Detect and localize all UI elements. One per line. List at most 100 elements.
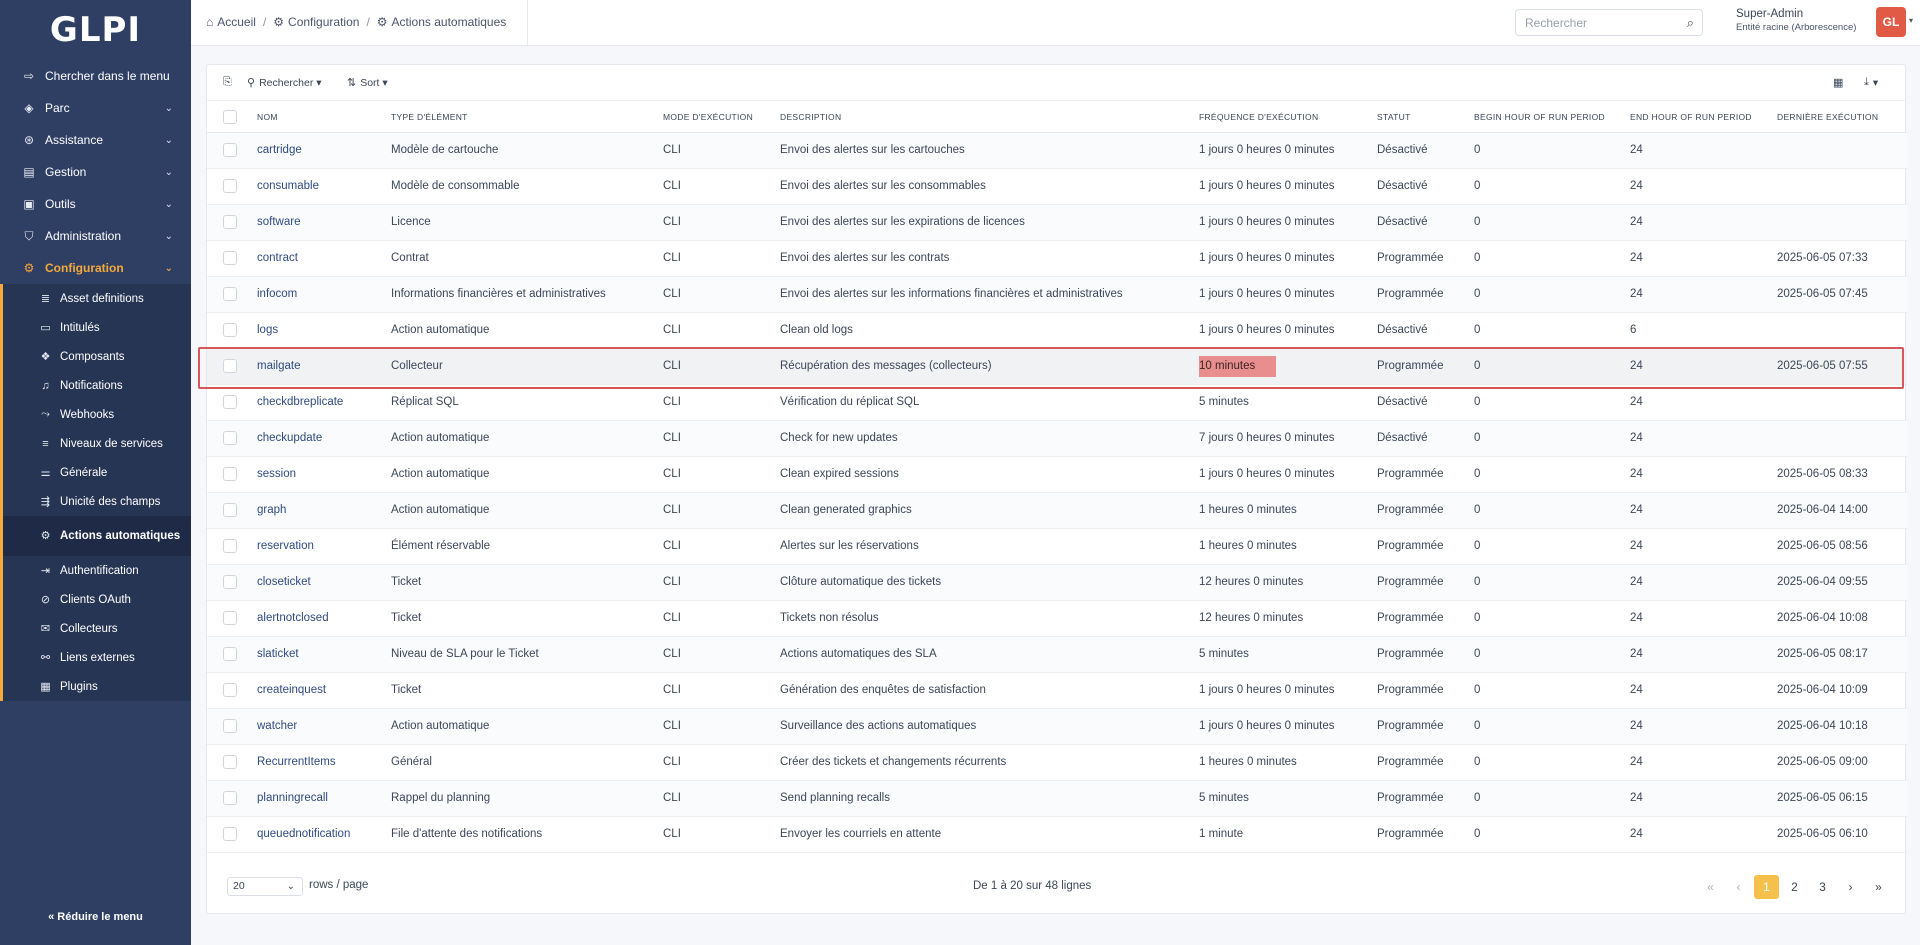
search-icon[interactable]: ⌕ [1687, 15, 1694, 31]
sidebar-item-configuration[interactable]: ⚙ Configuration ⌄ [0, 252, 191, 284]
table-row[interactable]: RecurrentItems Général CLI Créer des ticket… [207, 744, 1907, 781]
table-row[interactable]: contract Contrat CLI Envoi des alertes sur … [207, 240, 1907, 277]
table-row[interactable]: watcher Action automatique CLI Surveillance… [207, 708, 1907, 745]
submenu-item-actions-automatiques[interactable]: ⚙ Actions automatiques [3, 516, 191, 556]
sort-button[interactable]: ⇅ Sort ▾ [347, 76, 388, 90]
breadcrumb-item[interactable]: ⌂ Accueil [206, 15, 256, 29]
export-button[interactable]: ⤓ ▾ [1864, 76, 1878, 89]
column-header[interactable]: Mode d'exécution [663, 102, 780, 133]
column-header[interactable]: Type d'élément [391, 102, 663, 133]
table-row[interactable]: software Licence CLI Envoi des alertes sur … [207, 204, 1907, 241]
row-checkbox[interactable] [223, 179, 237, 193]
sidebar-item-assistance[interactable]: ⊛ Assistance ⌄ [0, 124, 191, 156]
submenu-item-notifications[interactable]: ♫ Notifications [3, 371, 191, 400]
task-link[interactable]: infocom [257, 288, 297, 300]
task-link[interactable]: checkdbreplicate [257, 396, 343, 408]
massive-actions-button[interactable]: ⎘ [223, 76, 236, 89]
table-row[interactable]: logs Action automatique CLI Clean old logs 1… [207, 312, 1907, 349]
task-link[interactable]: contract [257, 252, 298, 264]
task-link[interactable]: watcher [257, 720, 297, 732]
search-toggle-button[interactable]: ⚲ Rechercher ▾ [247, 76, 322, 90]
sidebar-item-outils[interactable]: ▣ Outils ⌄ [0, 188, 191, 220]
column-header[interactable]: Statut [1377, 102, 1474, 133]
submenu-item-clients-oauth[interactable]: ⊘ Clients OAuth [3, 585, 191, 614]
submenu-item-générale[interactable]: ⚌ Générale [3, 458, 191, 487]
sidebar-item-gestion[interactable]: ▤ Gestion ⌄ [0, 156, 191, 188]
collapse-menu-button[interactable]: « Réduire le menu [0, 911, 191, 923]
submenu-item-unicité-des-champs[interactable]: ⇶ Unicité des champs [3, 487, 191, 516]
task-link[interactable]: queuednotification [257, 828, 350, 840]
table-row[interactable]: graph Action automatique CLI Clean generate… [207, 492, 1907, 529]
row-checkbox[interactable] [223, 611, 237, 625]
search-input[interactable] [1516, 10, 1676, 35]
task-link[interactable]: cartridge [257, 144, 302, 156]
submenu-item-plugins[interactable]: ▦ Plugins [3, 672, 191, 701]
row-checkbox[interactable] [223, 359, 237, 373]
row-checkbox[interactable] [223, 215, 237, 229]
breadcrumb-item[interactable]: ⚙ Configuration [273, 15, 359, 29]
sidebar-item-parc[interactable]: ◈ Parc ⌄ [0, 92, 191, 124]
table-row[interactable]: createinquest Ticket CLI Génération des enq… [207, 672, 1907, 709]
task-link[interactable]: session [257, 468, 296, 480]
sidebar-item-chercher-dans-le-menu[interactable]: ⇨ Chercher dans le menu [0, 60, 191, 92]
table-row[interactable]: infocom Informations financières et admin… [207, 276, 1907, 313]
submenu-item-niveaux-de-services[interactable]: ≡ Niveaux de services [3, 429, 191, 458]
task-link[interactable]: reservation [257, 540, 314, 552]
task-link[interactable]: logs [257, 324, 278, 336]
select-all-checkbox[interactable] [223, 109, 237, 124]
rows-per-page-select[interactable]: 20 ⌄ [227, 877, 303, 896]
submenu-item-intitulés[interactable]: ▭ Intitulés [3, 313, 191, 342]
user-info[interactable]: Super-Admin Entité racine (Arborescence) [1736, 8, 1856, 33]
submenu-item-authentification[interactable]: ⇥ Authentification [3, 556, 191, 585]
column-header[interactable]: Description [780, 102, 1199, 133]
table-row[interactable]: checkdbreplicate Réplicat SQL CLI Vérificat… [207, 384, 1907, 421]
display-preferences-button[interactable]: ▦ [1833, 76, 1847, 89]
page-button[interactable]: 3 [1810, 875, 1835, 899]
task-link[interactable]: mailgate [257, 360, 300, 372]
table-row[interactable]: reservation Élément réservable CLI Alertes … [207, 528, 1907, 565]
row-checkbox[interactable] [223, 251, 237, 265]
task-link[interactable]: checkupdate [257, 432, 322, 444]
table-row[interactable]: alertnotclosed Ticket CLI Tickets non résol… [207, 600, 1907, 637]
table-row[interactable]: checkupdate Action automatique CLI Check fo… [207, 420, 1907, 457]
sidebar-item-administration[interactable]: ⛉ Administration ⌄ [0, 220, 191, 252]
task-link[interactable]: planningrecall [257, 792, 328, 804]
table-row[interactable]: slaticket Niveau de SLA pour le Ticket CLI… [207, 636, 1907, 673]
table-row[interactable]: queuednotification File d'attente des not… [207, 816, 1907, 853]
column-header[interactable]: Fréquence d'exécution [1199, 102, 1377, 133]
column-header[interactable]: Dernière exécution [1777, 102, 1907, 133]
table-row[interactable]: mailgate Collecteur CLI Récupération des me… [207, 348, 1907, 385]
task-link[interactable]: graph [257, 504, 286, 516]
page-button[interactable]: 1 [1754, 875, 1779, 899]
table-row[interactable]: session Action automatique CLI Clean expire… [207, 456, 1907, 493]
task-link[interactable]: slaticket [257, 648, 299, 660]
task-link[interactable]: RecurrentItems [257, 756, 336, 768]
avatar[interactable]: GL [1876, 7, 1906, 37]
prev-page-button[interactable]: ‹ [1726, 875, 1751, 899]
task-link[interactable]: createinquest [257, 684, 326, 696]
glpi-logo[interactable]: GLPI [0, 0, 191, 60]
row-checkbox[interactable] [223, 647, 237, 661]
row-checkbox[interactable] [223, 575, 237, 589]
row-checkbox[interactable] [223, 287, 237, 301]
submenu-item-asset-definitions[interactable]: ≣ Asset definitions [3, 284, 191, 313]
row-checkbox[interactable] [223, 755, 237, 769]
row-checkbox[interactable] [223, 503, 237, 517]
table-row[interactable]: cartridge Modèle de cartouche CLI Envoi des… [207, 132, 1907, 169]
task-link[interactable]: alertnotclosed [257, 612, 329, 624]
chevron-down-icon[interactable]: ▾ [1909, 16, 1913, 25]
row-checkbox[interactable] [223, 827, 237, 841]
row-checkbox[interactable] [223, 539, 237, 553]
column-header[interactable]: Nom [257, 102, 391, 133]
task-link[interactable]: consumable [257, 180, 319, 192]
last-page-button[interactable]: » [1866, 875, 1891, 899]
row-checkbox[interactable] [223, 791, 237, 805]
row-checkbox[interactable] [223, 719, 237, 733]
submenu-item-webhooks[interactable]: ⤳ Webhooks [3, 400, 191, 429]
row-checkbox[interactable] [223, 431, 237, 445]
row-checkbox[interactable] [223, 683, 237, 697]
table-row[interactable]: consumable Modèle de consommable CLI Envoi … [207, 168, 1907, 205]
row-checkbox[interactable] [223, 143, 237, 157]
row-checkbox[interactable] [223, 467, 237, 481]
next-page-button[interactable]: › [1838, 875, 1863, 899]
